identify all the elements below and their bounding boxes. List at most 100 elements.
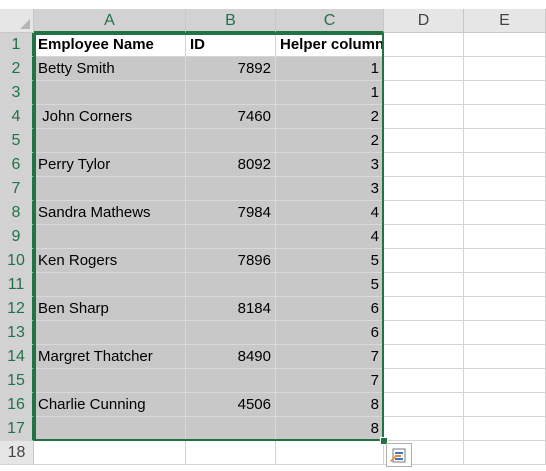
- cell-a9[interactable]: [34, 225, 186, 249]
- cell-c15[interactable]: 7: [276, 369, 384, 393]
- cell-c16[interactable]: 8: [276, 393, 384, 417]
- column-header-a[interactable]: A: [34, 9, 186, 33]
- row-header-15[interactable]: 15: [0, 369, 34, 393]
- cell-b5[interactable]: [186, 129, 276, 153]
- cell-e8[interactable]: [464, 201, 546, 225]
- cell-d2[interactable]: [384, 57, 464, 81]
- cell-d16[interactable]: [384, 393, 464, 417]
- cell-d17[interactable]: [384, 417, 464, 441]
- row-header-18[interactable]: 18: [0, 441, 34, 465]
- row-header-6[interactable]: 6: [0, 153, 34, 177]
- cell-b18[interactable]: [186, 441, 276, 465]
- cell-b17[interactable]: [186, 417, 276, 441]
- cell-d1[interactable]: [384, 33, 464, 57]
- cell-c11[interactable]: 5: [276, 273, 384, 297]
- cell-e15[interactable]: [464, 369, 546, 393]
- column-header-c[interactable]: C: [276, 9, 384, 33]
- cell-e5[interactable]: [464, 129, 546, 153]
- row-header-16[interactable]: 16: [0, 393, 34, 417]
- cell-b11[interactable]: [186, 273, 276, 297]
- cell-d9[interactable]: [384, 225, 464, 249]
- cell-d3[interactable]: [384, 81, 464, 105]
- cell-c1[interactable]: Helper column: [276, 33, 384, 57]
- cell-a5[interactable]: [34, 129, 186, 153]
- cell-b16[interactable]: 4506: [186, 393, 276, 417]
- cell-e16[interactable]: [464, 393, 546, 417]
- cell-b3[interactable]: [186, 81, 276, 105]
- row-header-9[interactable]: 9: [0, 225, 34, 249]
- cell-e9[interactable]: [464, 225, 546, 249]
- cell-a10[interactable]: Ken Rogers: [34, 249, 186, 273]
- cell-a13[interactable]: [34, 321, 186, 345]
- cell-e13[interactable]: [464, 321, 546, 345]
- cell-d6[interactable]: [384, 153, 464, 177]
- column-header-d[interactable]: D: [384, 9, 464, 33]
- cell-a4[interactable]: John Corners: [34, 105, 186, 129]
- row-header-3[interactable]: 3: [0, 81, 34, 105]
- cell-c4[interactable]: 2: [276, 105, 384, 129]
- cell-b4[interactable]: 7460: [186, 105, 276, 129]
- cell-b10[interactable]: 7896: [186, 249, 276, 273]
- cell-a12[interactable]: Ben Sharp: [34, 297, 186, 321]
- cell-b8[interactable]: 7984: [186, 201, 276, 225]
- cell-c13[interactable]: 6: [276, 321, 384, 345]
- cell-a11[interactable]: [34, 273, 186, 297]
- cell-a16[interactable]: Charlie Cunning: [34, 393, 186, 417]
- cell-b6[interactable]: 8092: [186, 153, 276, 177]
- cell-a14[interactable]: Margret Thatcher: [34, 345, 186, 369]
- cell-b15[interactable]: [186, 369, 276, 393]
- row-header-7[interactable]: 7: [0, 177, 34, 201]
- cell-e7[interactable]: [464, 177, 546, 201]
- column-header-b[interactable]: B: [186, 9, 276, 33]
- cell-a6[interactable]: Perry Tylor: [34, 153, 186, 177]
- cell-d5[interactable]: [384, 129, 464, 153]
- column-header-e[interactable]: E: [464, 9, 546, 33]
- cell-d15[interactable]: [384, 369, 464, 393]
- row-header-2[interactable]: 2: [0, 57, 34, 81]
- cell-c10[interactable]: 5: [276, 249, 384, 273]
- cell-b13[interactable]: [186, 321, 276, 345]
- cell-c12[interactable]: 6: [276, 297, 384, 321]
- cell-c8[interactable]: 4: [276, 201, 384, 225]
- cell-c3[interactable]: 1: [276, 81, 384, 105]
- select-all-button[interactable]: [0, 9, 34, 33]
- row-header-13[interactable]: 13: [0, 321, 34, 345]
- cell-b9[interactable]: [186, 225, 276, 249]
- cell-c17[interactable]: 8: [276, 417, 384, 441]
- cell-c2[interactable]: 1: [276, 57, 384, 81]
- cell-b12[interactable]: 8184: [186, 297, 276, 321]
- cell-c6[interactable]: 3: [276, 153, 384, 177]
- cell-d4[interactable]: [384, 105, 464, 129]
- cell-c7[interactable]: 3: [276, 177, 384, 201]
- cell-e6[interactable]: [464, 153, 546, 177]
- cell-e2[interactable]: [464, 57, 546, 81]
- cell-b2[interactable]: 7892: [186, 57, 276, 81]
- row-header-4[interactable]: 4: [0, 105, 34, 129]
- cell-e11[interactable]: [464, 273, 546, 297]
- cell-d14[interactable]: [384, 345, 464, 369]
- cell-c5[interactable]: 2: [276, 129, 384, 153]
- cell-b7[interactable]: [186, 177, 276, 201]
- cell-e3[interactable]: [464, 81, 546, 105]
- cell-a15[interactable]: [34, 369, 186, 393]
- cell-d8[interactable]: [384, 201, 464, 225]
- cell-a1[interactable]: Employee Name: [34, 33, 186, 57]
- row-header-1[interactable]: 1: [0, 33, 34, 57]
- row-header-12[interactable]: 12: [0, 297, 34, 321]
- cell-d12[interactable]: [384, 297, 464, 321]
- cell-b14[interactable]: 8490: [186, 345, 276, 369]
- row-header-17[interactable]: 17: [0, 417, 34, 441]
- cell-a18[interactable]: [34, 441, 186, 465]
- cell-a7[interactable]: [34, 177, 186, 201]
- cell-d10[interactable]: [384, 249, 464, 273]
- cell-d13[interactable]: [384, 321, 464, 345]
- cell-a17[interactable]: [34, 417, 186, 441]
- cell-a2[interactable]: Betty Smith: [34, 57, 186, 81]
- cell-d7[interactable]: [384, 177, 464, 201]
- cell-a8[interactable]: Sandra Mathews: [34, 201, 186, 225]
- cell-e18[interactable]: [464, 441, 546, 465]
- cell-c14[interactable]: 7: [276, 345, 384, 369]
- cell-b1[interactable]: ID: [186, 33, 276, 57]
- row-header-11[interactable]: 11: [0, 273, 34, 297]
- cell-e1[interactable]: [464, 33, 546, 57]
